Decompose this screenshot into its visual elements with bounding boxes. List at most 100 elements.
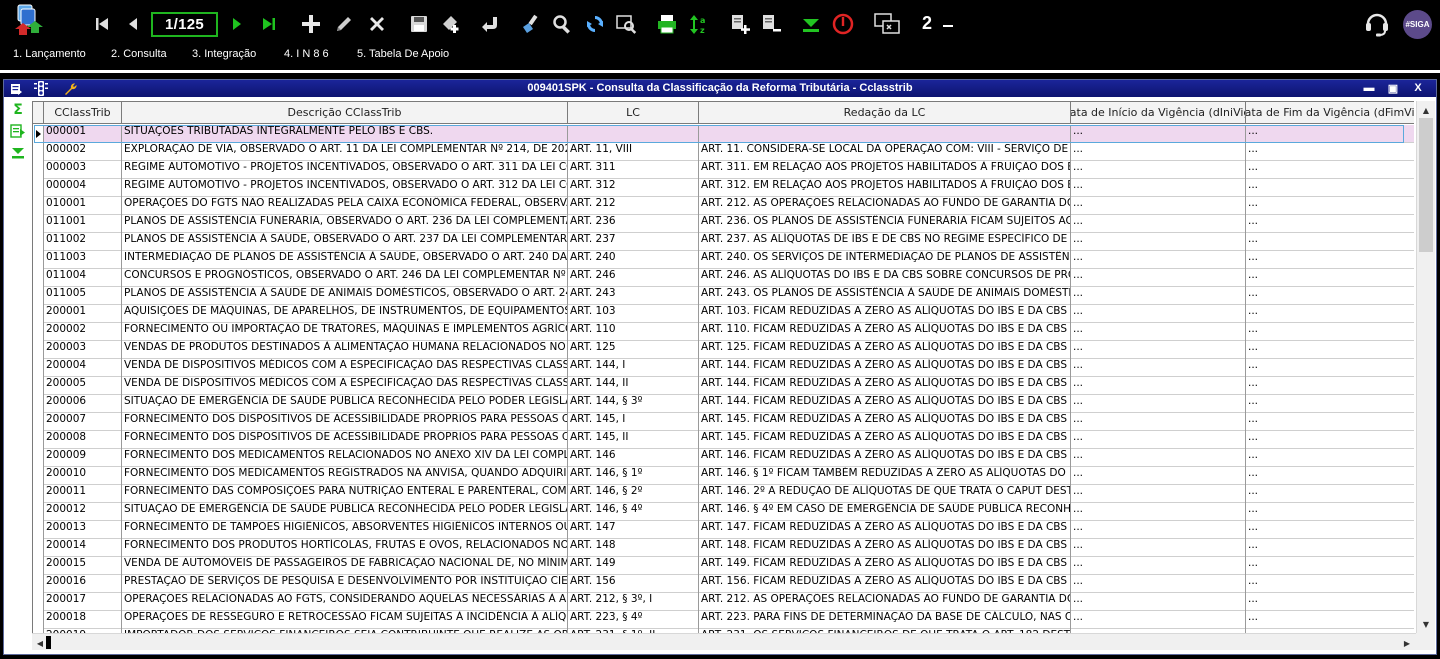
cell-fim[interactable]: ... — [1246, 467, 1414, 485]
cell-code[interactable]: 200018 — [44, 611, 122, 629]
table-row[interactable]: 200001 AQUISIÇÕES DE MÁQUINAS, DE APARELH… — [33, 305, 1414, 323]
cell-ini[interactable]: ... — [1071, 485, 1246, 503]
cell-lc[interactable]: ART. 144, I — [568, 359, 699, 377]
row-indicator[interactable] — [33, 233, 44, 251]
cell-lc[interactable]: ART. 212 — [568, 197, 699, 215]
table-row[interactable]: 200004 VENDA DE DISPOSITIVOS MÉDICOS COM … — [33, 359, 1414, 377]
cell-red[interactable]: ART. 147. FICAM REDUZIDAS A ZERO AS ALÍQ… — [699, 521, 1071, 539]
cell-desc[interactable]: FORNECIMENTO DOS DISPOSITIVOS DE ACESSIB… — [122, 431, 568, 449]
table-row[interactable]: 200013 FORNECIMENTO DE TAMPÕES HIGIÊNICOS… — [33, 521, 1414, 539]
cell-code[interactable]: 200004 — [44, 359, 122, 377]
row-indicator[interactable] — [33, 413, 44, 431]
cell-ini[interactable]: ... — [1071, 449, 1246, 467]
cell-fim[interactable]: ... — [1246, 395, 1414, 413]
cell-fim[interactable]: ... — [1246, 143, 1414, 161]
row-indicator[interactable] — [33, 269, 44, 287]
cell-ini[interactable]: ... — [1071, 413, 1246, 431]
cell-red[interactable]: ART. 103. FICAM REDUZIDAS A ZERO AS ALÍQ… — [699, 305, 1071, 323]
column-header[interactable]: CClassTrib — [44, 102, 122, 124]
cell-desc[interactable]: FORNECIMENTO DOS MEDICAMENTOS REGISTRADO… — [122, 467, 568, 485]
cell-fim[interactable]: ... — [1246, 413, 1414, 431]
table-row[interactable]: 011005 PLANOS DE ASSISTÊNCIA À SAÚDE DE A… — [33, 287, 1414, 305]
menu-integracao[interactable]: 3. Integração — [192, 48, 256, 60]
cell-code[interactable]: 200002 — [44, 323, 122, 341]
cell-desc[interactable]: VENDAS DE PRODUTOS DESTINADOS À ALIMENTA… — [122, 341, 568, 359]
cell-code[interactable]: 200003 — [44, 341, 122, 359]
row-indicator[interactable] — [33, 287, 44, 305]
table-row[interactable]: 200007 FORNECIMENTO DOS DISPOSITIVOS DE A… — [33, 413, 1414, 431]
cell-code[interactable]: 200007 — [44, 413, 122, 431]
cell-code[interactable]: 200015 — [44, 557, 122, 575]
row-indicator[interactable] — [33, 467, 44, 485]
search-icon[interactable] — [549, 10, 575, 38]
cell-fim[interactable]: ... — [1246, 233, 1414, 251]
cell-lc[interactable]: ART. 246 — [568, 269, 699, 287]
cell-red[interactable]: ART. 156. FICAM REDUZIDAS A ZERO AS ALÍQ… — [699, 575, 1071, 593]
cell-lc[interactable]: ART. 110 — [568, 323, 699, 341]
horizontal-scroll-thumb[interactable] — [46, 636, 51, 649]
cell-code[interactable]: 200012 — [44, 503, 122, 521]
row-indicator[interactable] — [33, 485, 44, 503]
cell-red[interactable]: ART. 144. FICAM REDUZIDAS A ZERO AS ALÍQ… — [699, 395, 1071, 413]
cell-desc[interactable]: SITUAÇÃO DE EMERGÊNCIA DE SAÚDE PÚBLICA … — [122, 503, 568, 521]
cell-fim[interactable]: ... — [1246, 539, 1414, 557]
report-icon[interactable] — [759, 10, 785, 38]
save-icon[interactable] — [406, 10, 432, 38]
cell-red[interactable]: ART. 144. FICAM REDUZIDAS A ZERO AS ALÍQ… — [699, 359, 1071, 377]
column-header[interactable]: Redação da LC — [699, 102, 1071, 124]
cell-desc[interactable]: PRESTAÇÃO DE SERVIÇOS DE PESQUISA E DESE… — [122, 575, 568, 593]
row-indicator[interactable] — [33, 593, 44, 611]
row-indicator[interactable] — [33, 161, 44, 179]
cell-ini[interactable]: ... — [1071, 395, 1246, 413]
cell-fim[interactable]: ... — [1246, 215, 1414, 233]
cell-red[interactable]: ART. 212. AS OPERAÇÕES RELACIONADAS AO F… — [699, 593, 1071, 611]
cell-ini[interactable]: ... — [1071, 215, 1246, 233]
cell-ini[interactable]: ... — [1071, 287, 1246, 305]
table-row[interactable]: 200009 FORNECIMENTO DOS MEDICAMENTOS RELA… — [33, 449, 1414, 467]
export-down-icon[interactable] — [798, 10, 824, 38]
cell-red[interactable]: ART. 223. PARA FINS DE DETERMINAÇÃO DA B… — [699, 611, 1071, 629]
cell-lc[interactable]: ART. 145, II — [568, 431, 699, 449]
cell-fim[interactable]: ... — [1246, 251, 1414, 269]
cell-desc[interactable]: VENDA DE DISPOSITIVOS MÉDICOS COM A ESPE… — [122, 359, 568, 377]
sort-az-icon[interactable]: az — [687, 10, 713, 38]
cell-lc[interactable]: ART. 147 — [568, 521, 699, 539]
cell-desc[interactable]: PLANOS DE ASSISTÊNCIA À SAÚDE, OBSERVADO… — [122, 233, 568, 251]
cell-lc[interactable]: ART. 212, § 3º, I — [568, 593, 699, 611]
cell-lc[interactable]: ART. 156 — [568, 575, 699, 593]
cell-red[interactable]: ART. 212. AS OPERAÇÕES RELACIONADAS AO F… — [699, 197, 1071, 215]
support-headset-icon[interactable] — [1363, 9, 1391, 39]
windows-switch-icon[interactable] — [872, 10, 904, 38]
cell-fim[interactable]: ... — [1246, 485, 1414, 503]
cell-fim[interactable]: ... — [1246, 449, 1414, 467]
cell-ini[interactable]: ... — [1071, 431, 1246, 449]
cell-fim[interactable]: ... — [1246, 323, 1414, 341]
cell-red[interactable] — [699, 125, 1071, 143]
next-record-icon[interactable] — [224, 10, 250, 38]
window-maximize-button[interactable]: ▣ — [1385, 80, 1401, 96]
zoom-window-icon[interactable] — [614, 10, 640, 38]
table-row[interactable]: 200008 FORNECIMENTO DOS DISPOSITIVOS DE A… — [33, 431, 1414, 449]
table-row[interactable]: 200005 VENDA DE DISPOSITIVOS MÉDICOS COM … — [33, 377, 1414, 395]
cell-red[interactable]: ART. 145. FICAM REDUZIDAS A ZERO AS ALÍQ… — [699, 413, 1071, 431]
add-icon[interactable] — [298, 10, 324, 38]
cell-desc[interactable]: SITUAÇÃO DE EMERGÊNCIA DE SAÚDE PÚBLICA … — [122, 395, 568, 413]
cell-fim[interactable]: ... — [1246, 431, 1414, 449]
row-indicator[interactable] — [33, 305, 44, 323]
copy-record-icon[interactable] — [438, 10, 464, 38]
row-indicator[interactable] — [33, 503, 44, 521]
cell-desc[interactable]: INTERMEDIAÇÃO DE PLANOS DE ASSISTÊNCIA À… — [122, 251, 568, 269]
cell-ini[interactable]: ... — [1071, 521, 1246, 539]
sum-icon[interactable]: Σ — [10, 102, 26, 118]
cell-ini[interactable]: ... — [1071, 359, 1246, 377]
row-indicator[interactable] — [33, 539, 44, 557]
table-row[interactable]: 200017 OPERAÇÕES RELACIONADAS AO FGTS, CO… — [33, 593, 1414, 611]
cell-desc[interactable]: VENDA DE AUTOMÓVEIS DE PASSAGEIROS DE FA… — [122, 557, 568, 575]
cell-red[interactable]: ART. 110. FICAM REDUZIDAS A ZERO AS ALÍQ… — [699, 323, 1071, 341]
cell-desc[interactable]: SITUAÇÕES TRIBUTADAS INTEGRALMENTE PELO … — [122, 125, 568, 143]
row-indicator[interactable] — [33, 395, 44, 413]
cell-desc[interactable]: OPERAÇÕES DE RESSEGURO E RETROCESSÃO FIC… — [122, 611, 568, 629]
menu-consulta[interactable]: 2. Consulta — [111, 48, 167, 60]
cell-ini[interactable]: ... — [1071, 143, 1246, 161]
cell-red[interactable]: ART. 146. § 4º EM CASO DE EMERGÊNCIA DE … — [699, 503, 1071, 521]
